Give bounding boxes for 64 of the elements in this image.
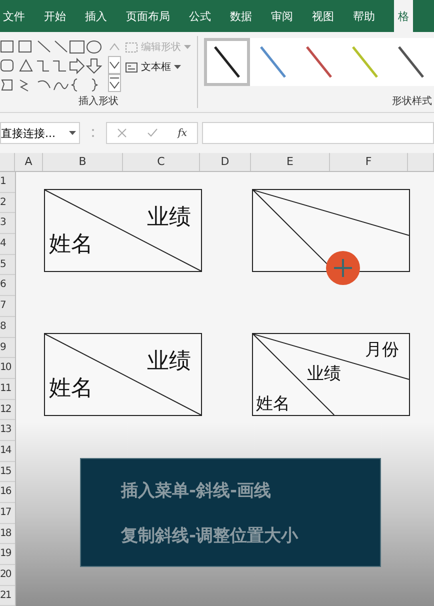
cell-label: 月份 bbox=[365, 339, 399, 361]
column-header[interactable]: E bbox=[251, 153, 330, 171]
line-style-swatch[interactable] bbox=[204, 38, 250, 86]
cell-label: 业绩 bbox=[147, 348, 191, 376]
name-box[interactable]: 直接连接... bbox=[0, 122, 80, 144]
ribbon-tab[interactable]: 数据 bbox=[230, 8, 252, 24]
row-header[interactable]: 5 bbox=[0, 254, 15, 276]
row-header[interactable]: 4 bbox=[0, 234, 15, 255]
grip-icon bbox=[91, 127, 95, 139]
ribbon-tab[interactable]: 审阅 bbox=[271, 8, 293, 24]
insert-function-button[interactable]: fx bbox=[178, 128, 188, 138]
group-label: 插入形状 bbox=[78, 94, 120, 108]
row-header[interactable]: 1 bbox=[0, 172, 15, 193]
column-header[interactable]: C bbox=[123, 153, 200, 171]
row-header[interactable]: 10 bbox=[0, 358, 15, 379]
caret-icon bbox=[174, 64, 181, 70]
row-header[interactable]: 8 bbox=[0, 316, 15, 338]
ribbon-tab[interactable]: 开始 bbox=[44, 8, 66, 24]
column-header[interactable]: A bbox=[15, 153, 43, 171]
row-header[interactable]: 2 bbox=[0, 192, 15, 214]
row-header[interactable]: 21 bbox=[0, 586, 15, 606]
cell-label: 姓名 bbox=[49, 375, 93, 403]
line-style-swatch[interactable] bbox=[250, 38, 296, 86]
ribbon-tab[interactable]: 公式 bbox=[189, 8, 211, 24]
ribbon-tab[interactable]: 帮助 bbox=[353, 8, 375, 24]
row-header[interactable]: 7 bbox=[0, 296, 15, 317]
row-header[interactable]: 14 bbox=[0, 440, 15, 462]
ribbon-tab[interactable]: 插入 bbox=[85, 8, 107, 24]
column-header[interactable]: D bbox=[200, 153, 251, 171]
shape-gallery-drawing[interactable] bbox=[0, 38, 104, 94]
cell-label: 业绩 bbox=[147, 204, 191, 232]
caption-text: 复制斜线-调整位置大小 bbox=[121, 524, 300, 546]
row-header[interactable]: 12 bbox=[0, 400, 15, 420]
line-style-swatch[interactable] bbox=[388, 38, 434, 86]
cell-label: 姓名 bbox=[256, 393, 290, 415]
check-icon[interactable] bbox=[146, 128, 158, 138]
scroll-down-icon[interactable] bbox=[108, 56, 121, 74]
ribbon-tab[interactable]: 格 bbox=[394, 0, 413, 32]
row-header[interactable]: 13 bbox=[0, 420, 15, 441]
group-label: 形状样式 bbox=[391, 94, 433, 108]
caret-icon bbox=[184, 44, 191, 50]
text-box-button[interactable]: 文本框 bbox=[125, 60, 191, 74]
ribbon-tab[interactable]: 文件 bbox=[3, 8, 25, 24]
ribbon-tab[interactable]: 页面布局 bbox=[126, 8, 170, 24]
more-icon[interactable] bbox=[108, 74, 121, 92]
formula-input[interactable] bbox=[202, 122, 434, 144]
ribbon-tab[interactable]: 视图 bbox=[312, 8, 334, 24]
cell-label: 姓名 bbox=[49, 231, 93, 259]
cell-label: 业绩 bbox=[307, 363, 341, 385]
row-header[interactable]: 11 bbox=[0, 378, 15, 400]
column-header[interactable]: B bbox=[43, 153, 123, 171]
row-header[interactable]: 18 bbox=[0, 524, 15, 544]
caption-text: 插入菜单-斜线-画线 bbox=[121, 480, 272, 502]
column-header[interactable]: F bbox=[330, 153, 408, 171]
row-header[interactable]: 17 bbox=[0, 503, 15, 524]
text-box-icon bbox=[125, 62, 138, 72]
row-header[interactable]: 9 bbox=[0, 338, 15, 358]
row-header[interactable]: 16 bbox=[0, 482, 15, 503]
row-header[interactable]: 3 bbox=[0, 213, 15, 234]
row-header[interactable]: 20 bbox=[0, 565, 15, 586]
row-header[interactable]: 15 bbox=[0, 462, 15, 482]
row-header[interactable]: 19 bbox=[0, 544, 15, 566]
row-header[interactable]: 6 bbox=[0, 275, 15, 296]
edit-shape-icon bbox=[125, 42, 138, 52]
